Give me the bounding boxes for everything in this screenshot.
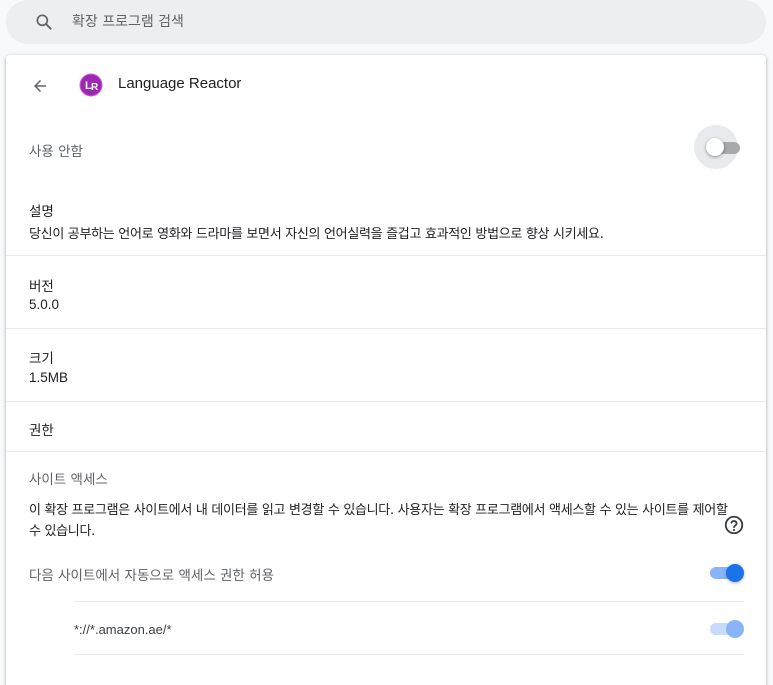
toggle-knob bbox=[726, 564, 744, 582]
enable-label: 사용 안함 bbox=[29, 144, 83, 160]
enable-toggle[interactable] bbox=[706, 138, 742, 156]
site-toggle[interactable] bbox=[708, 620, 744, 638]
back-button[interactable] bbox=[28, 74, 52, 98]
permissions-title: 권한 bbox=[29, 423, 54, 439]
site-access-description: 이 확장 프로그램은 사이트에서 내 데이터를 읽고 변경할 수 있습니다. 사… bbox=[29, 503, 728, 539]
version-title: 버전 bbox=[29, 279, 54, 295]
divider bbox=[6, 328, 766, 329]
search-icon bbox=[36, 14, 52, 30]
site-row: *://*.amazon.ae/* bbox=[74, 601, 744, 655]
divider bbox=[6, 401, 766, 402]
toggle-knob bbox=[706, 138, 724, 156]
top-bar bbox=[0, 0, 773, 54]
extension-logo-icon: L R bbox=[79, 73, 103, 97]
site-pattern: *://*.amazon.ae/* bbox=[74, 622, 172, 637]
description-text: 당신이 공부하는 언어로 영화와 드라마를 보면서 자신의 언어실력을 즐겁고 … bbox=[29, 227, 604, 242]
divider bbox=[6, 255, 766, 256]
detail-header: L R Language Reactor bbox=[6, 55, 766, 113]
divider bbox=[6, 451, 766, 452]
auto-access-row: 다음 사이트에서 자동으로 액세스 권한 허용 bbox=[6, 550, 766, 592]
svg-text:R: R bbox=[91, 82, 99, 93]
description-title: 설명 bbox=[29, 204, 54, 220]
enable-row: 사용 안함 bbox=[6, 119, 766, 175]
extension-detail-card: L R Language Reactor 사용 안함 설명 당신이 공부하는 언… bbox=[6, 55, 766, 685]
search-box[interactable] bbox=[6, 0, 766, 44]
site-access-title: 사이트 액세스 bbox=[29, 472, 108, 488]
size-title: 크기 bbox=[29, 351, 54, 367]
help-circle-icon bbox=[724, 515, 744, 535]
search-input[interactable] bbox=[72, 14, 672, 30]
version-value: 5.0.0 bbox=[29, 297, 60, 312]
size-value: 1.5MB bbox=[29, 370, 69, 385]
auto-access-toggle[interactable] bbox=[708, 564, 744, 582]
arrow-back-icon bbox=[34, 80, 46, 92]
auto-access-label: 다음 사이트에서 자동으로 액세스 권한 허용 bbox=[29, 568, 275, 584]
extension-name: Language Reactor bbox=[118, 75, 242, 92]
toggle-knob bbox=[726, 620, 744, 638]
help-button[interactable] bbox=[723, 514, 745, 536]
